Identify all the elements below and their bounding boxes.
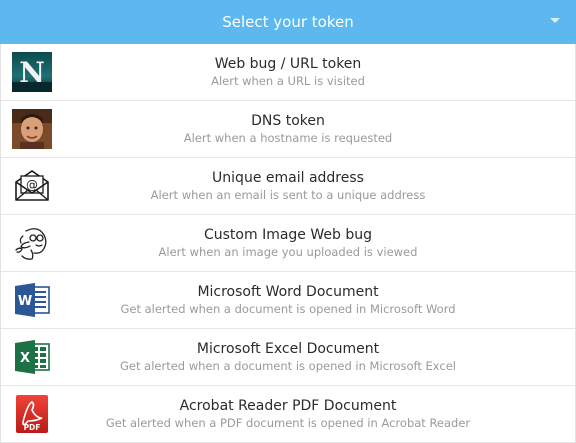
token-dropdown-header[interactable]: Select your token — [0, 0, 576, 44]
svg-text:W: W — [18, 294, 32, 309]
token-selector: Select your token N Web bug / URL token — [0, 0, 576, 443]
token-description: Alert when a URL is visited — [211, 74, 365, 88]
token-option-pdf[interactable]: PDF Acrobat Reader PDF Document Get aler… — [1, 386, 575, 443]
svg-text:X: X — [20, 351, 30, 366]
person-photo-icon — [12, 109, 52, 149]
token-option-web-bug[interactable]: N Web bug / URL token Alert when a URL i… — [1, 44, 575, 101]
token-title: Custom Image Web bug — [203, 227, 372, 243]
face-sketch-icon — [15, 228, 47, 260]
dropdown-title: Select your token — [222, 13, 354, 31]
token-description: Alert when an email is sent to a unique … — [150, 188, 426, 202]
token-list: N Web bug / URL token Alert when a URL i… — [0, 44, 576, 443]
caret-down-icon[interactable] — [550, 18, 560, 23]
microsoft-word-icon: W — [15, 283, 50, 317]
svg-text:N: N — [19, 56, 45, 89]
token-title: Acrobat Reader PDF Document — [179, 398, 397, 414]
netscape-n-icon: N — [12, 52, 52, 92]
token-title: Unique email address — [212, 170, 364, 186]
token-option-word[interactable]: W Microsoft Word Document Get alerted wh… — [1, 272, 575, 329]
token-title: Microsoft Word Document — [197, 284, 379, 300]
token-description: Get alerted when a document is opened in… — [120, 302, 456, 316]
token-option-excel[interactable]: X Microsoft Excel Document Get alerted w… — [1, 329, 575, 386]
token-title: DNS token — [251, 113, 325, 129]
token-option-email[interactable]: @ Unique email address Alert when an ema… — [1, 158, 575, 215]
microsoft-excel-icon: X — [15, 340, 50, 374]
token-title: Microsoft Excel Document — [196, 341, 380, 357]
token-description: Alert when an image you uploaded is view… — [158, 245, 418, 259]
token-description: Get alerted when a document is opened in… — [120, 359, 456, 373]
email-envelope-icon: @ — [15, 170, 49, 201]
svg-text:PDF: PDF — [24, 423, 41, 432]
token-description: Alert when a hostname is requested — [183, 131, 393, 145]
token-description: Get alerted when a PDF document is opene… — [105, 416, 471, 430]
token-option-custom-image[interactable]: Custom Image Web bug Alert when an image… — [1, 215, 575, 272]
acrobat-pdf-icon: PDF — [16, 395, 48, 433]
token-title: Web bug / URL token — [214, 56, 362, 72]
token-option-dns[interactable]: DNS token Alert when a hostname is reque… — [1, 101, 575, 158]
